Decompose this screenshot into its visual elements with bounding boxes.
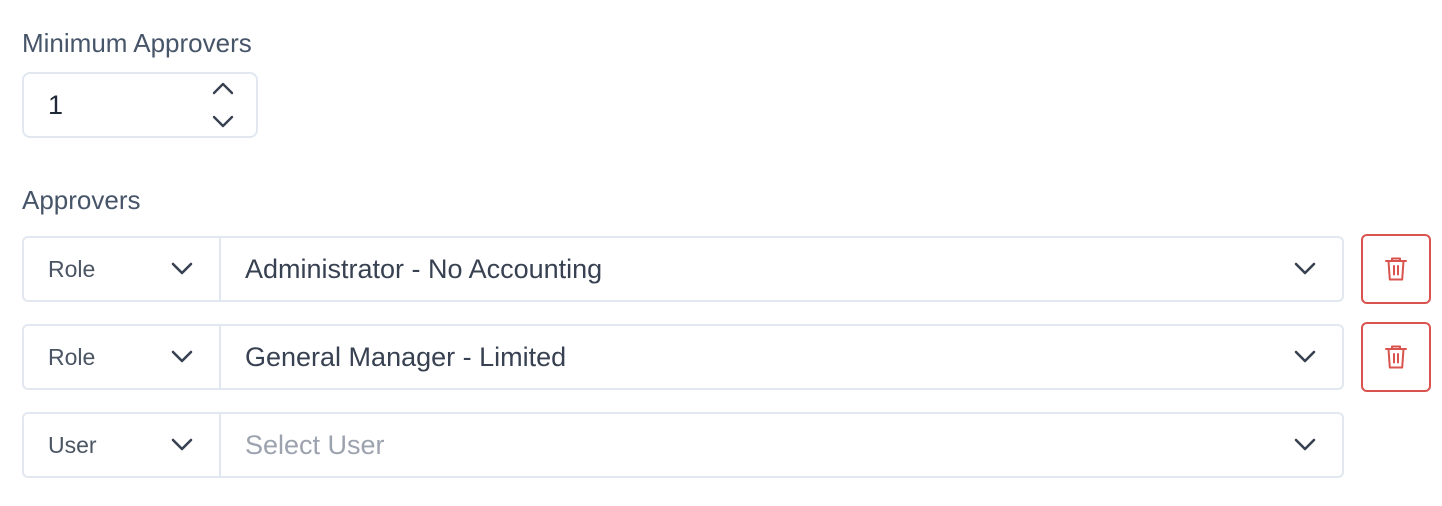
delete-approver-button[interactable] bbox=[1361, 234, 1431, 304]
chevron-up-icon[interactable] bbox=[212, 81, 234, 95]
chevron-down-icon[interactable] bbox=[212, 115, 234, 129]
delete-approver-button[interactable] bbox=[1361, 322, 1431, 392]
trash-icon bbox=[1384, 344, 1408, 370]
chevron-down-icon bbox=[171, 438, 193, 452]
trash-icon bbox=[1384, 256, 1408, 282]
approver-value-select[interactable]: Administrator - No Accounting bbox=[221, 238, 1342, 300]
approver-type-select[interactable]: User bbox=[24, 414, 221, 476]
approver-type-value: User bbox=[48, 431, 97, 458]
minimum-approvers-stepper[interactable]: 1 bbox=[22, 72, 258, 138]
approver-type-select[interactable]: Role bbox=[24, 238, 221, 300]
approver-row: Role General Manager - Limited bbox=[22, 324, 1344, 390]
user-select[interactable]: Select User bbox=[221, 414, 1342, 476]
approver-type-select[interactable]: Role bbox=[24, 326, 221, 388]
chevron-down-icon bbox=[171, 262, 193, 276]
approvers-label: Approvers bbox=[22, 185, 141, 215]
stepper-value[interactable]: 1 bbox=[48, 90, 208, 121]
chevron-down-icon bbox=[171, 350, 193, 364]
approver-value: Administrator - No Accounting bbox=[245, 253, 603, 284]
stepper-arrows bbox=[208, 81, 238, 129]
chevron-down-icon bbox=[1294, 350, 1316, 364]
minimum-approvers-label: Minimum Approvers bbox=[22, 28, 252, 58]
approver-type-value: Role bbox=[48, 343, 96, 370]
approver-row: User Select User bbox=[22, 412, 1344, 478]
chevron-down-icon bbox=[1294, 262, 1316, 276]
user-select-placeholder: Select User bbox=[245, 429, 385, 460]
approver-value: General Manager - Limited bbox=[245, 341, 567, 372]
approver-type-value: Role bbox=[48, 255, 96, 282]
chevron-down-icon bbox=[1294, 438, 1316, 452]
approver-value-select[interactable]: General Manager - Limited bbox=[221, 326, 1342, 388]
approver-row: Role Administrator - No Accounting bbox=[22, 236, 1344, 302]
